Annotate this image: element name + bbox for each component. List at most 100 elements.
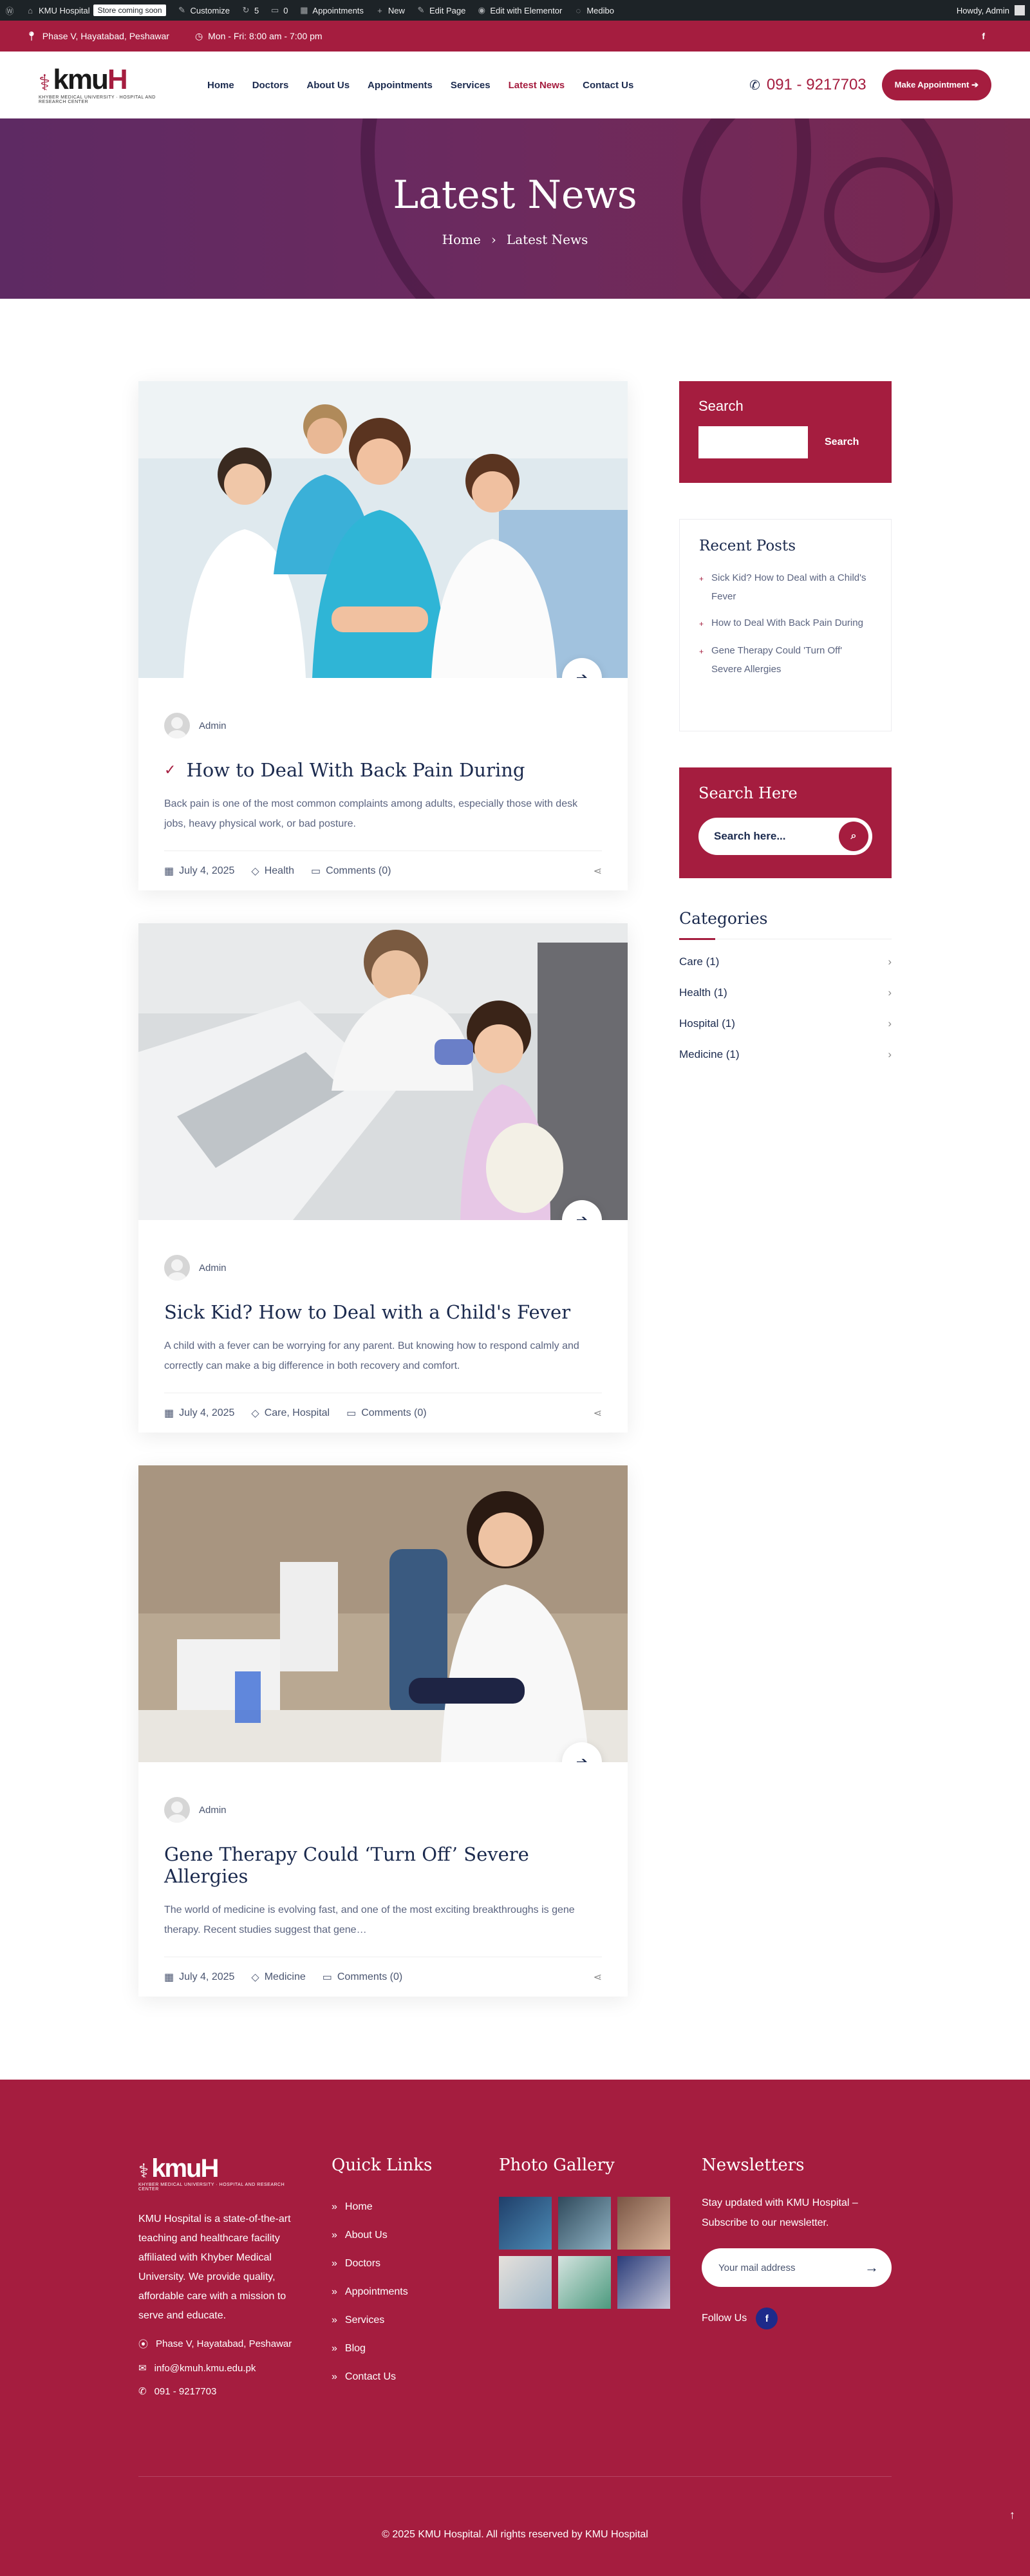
recent-post-item[interactable]: + How to Deal With Back Pain During <box>699 614 872 634</box>
newsletter-placeholder: Your mail address <box>718 2262 796 2273</box>
make-appointment-button[interactable]: Make Appointment ➔ <box>881 70 991 100</box>
footer-divider <box>138 2476 892 2477</box>
admin-account-menu[interactable]: Howdy, Admin <box>957 5 1025 15</box>
admin-edit-page-label: Edit Page <box>429 5 466 15</box>
newsletter-email-input[interactable]: Your mail address → <box>702 2248 892 2287</box>
admin-new-link[interactable]: + New <box>375 6 405 15</box>
elementor-icon: ◉ <box>478 5 485 15</box>
post-image[interactable]: ➔ <box>138 923 628 1220</box>
category-item[interactable]: Hospital (1) › <box>679 1017 892 1033</box>
quick-link[interactable]: » Doctors <box>332 2250 432 2278</box>
post-category[interactable]: ◇ Medicine <box>251 1971 305 1984</box>
admin-site-link[interactable]: ⌂ KMU Hospital Store coming soon <box>26 5 166 16</box>
categories-title: Categories <box>679 909 768 928</box>
chevron-right-icon: › <box>888 1048 892 1060</box>
post-image[interactable]: ➔ <box>138 1465 628 1762</box>
site-footer: ⚕ kmuH KHYBER MEDICAL UNIVERSITY · HOSPI… <box>0 2080 1030 2576</box>
plus-icon: + <box>699 619 704 628</box>
facebook-icon[interactable]: f <box>982 31 985 41</box>
quick-link[interactable]: » Blog <box>332 2335 432 2363</box>
post-body: Admin Gene Therapy Could ‘Turn Off’ Seve… <box>138 1762 628 1997</box>
footer-logo[interactable]: ⚕ kmuH <box>138 2156 299 2181</box>
location-pin-icon: ⦿ <box>138 2339 149 2350</box>
post-comments[interactable]: ▭ Comments (0) <box>346 1407 426 1420</box>
category-item[interactable]: Medicine (1) › <box>679 1048 892 1064</box>
category-item[interactable]: Health (1) › <box>679 986 892 1002</box>
post-author[interactable]: Admin <box>164 1797 602 1823</box>
nav-latest-news[interactable]: Latest News <box>509 80 565 91</box>
recent-post-item[interactable]: + Sick Kid? How to Deal with a Child's Fe… <box>699 569 872 606</box>
post-comments[interactable]: ▭ Comments (0) <box>311 865 391 878</box>
back-to-top-icon[interactable]: ↑ <box>1009 2508 1015 2522</box>
post-author[interactable]: Admin <box>164 713 602 738</box>
share-icon[interactable]: ⋖ <box>594 865 602 878</box>
nav-home[interactable]: Home <box>207 80 234 91</box>
post-image[interactable]: ➔ <box>138 381 628 678</box>
site-logo[interactable]: ⚕ kmuH KHYBER MEDICAL UNIVERSITY · HOSPI… <box>39 62 161 108</box>
post-title[interactable]: Sick Kid? How to Deal with a Child's Fev… <box>164 1301 602 1323</box>
footer-photo-gallery: Photo Gallery <box>499 2156 670 2309</box>
double-chevron-icon: » <box>332 2230 337 2241</box>
footer-quick-links: Quick Links » Home » About Us » Doctors » Ap… <box>332 2156 432 2391</box>
post-body: Admin Sick Kid? How to Deal with a Child… <box>138 1220 628 1433</box>
gallery-photo[interactable] <box>617 2197 670 2250</box>
title-underline <box>679 938 892 940</box>
topbar-address-text: Phase V, Hayatabad, Peshawar <box>42 31 169 41</box>
quick-link-label: Appointments <box>344 2286 408 2297</box>
post-title[interactable]: ✓ How to Deal With Back Pain During <box>164 759 602 781</box>
recent-post-item[interactable]: + Gene Therapy Could 'Turn Off' Severe Al… <box>699 641 872 679</box>
breadcrumb-home[interactable]: Home <box>442 232 481 247</box>
post-title[interactable]: Gene Therapy Could ‘Turn Off’ Severe All… <box>164 1843 602 1887</box>
post-category[interactable]: ◇ Health <box>251 865 294 878</box>
nav-contact-us[interactable]: Contact Us <box>583 80 633 91</box>
quick-link[interactable]: » About Us <box>332 2221 432 2250</box>
category-label: Hospital (1) <box>679 1017 735 1029</box>
post-author[interactable]: Admin <box>164 1255 602 1281</box>
admin-medibo-link[interactable]: ◌ Medibo <box>574 6 614 15</box>
search-here-input[interactable]: Search here... ⌕ <box>698 818 872 855</box>
share-icon[interactable]: ⋖ <box>594 1407 602 1420</box>
sidebar-search-button[interactable]: Search <box>825 437 859 448</box>
wordpress-logo-icon[interactable]: Ⓦ <box>5 5 14 17</box>
quick-link[interactable]: » Contact Us <box>332 2363 432 2391</box>
header-phone[interactable]: ✆ 091 - 9217703 <box>749 76 866 94</box>
admin-edit-elementor-link[interactable]: ◉ Edit with Elementor <box>477 5 563 15</box>
gallery-photo[interactable] <box>499 2197 552 2250</box>
admin-edit-page-link[interactable]: ✎ Edit Page <box>417 5 465 15</box>
search-icon[interactable]: ⌕ <box>839 822 868 851</box>
calendar-icon: ▦ <box>164 1971 174 1983</box>
gallery-photo[interactable] <box>558 2256 611 2309</box>
arrow-right-icon[interactable]: → <box>865 2259 879 2276</box>
share-icon[interactable]: ⋖ <box>594 1971 602 1984</box>
category-item[interactable]: Care (1) › <box>679 955 892 971</box>
footer-email[interactable]: ✉ info@kmuh.kmu.edu.pk <box>138 2362 299 2374</box>
admin-comments-link[interactable]: ▭ 0 <box>270 5 288 15</box>
admin-appointments-link[interactable]: ▦ Appointments <box>299 5 364 15</box>
recent-post-link: Sick Kid? How to Deal with a Child's Fev… <box>711 572 866 602</box>
chevron-right-icon: › <box>888 986 892 999</box>
gallery-photo[interactable] <box>617 2256 670 2309</box>
footer-phone[interactable]: ✆ 091 - 9217703 <box>138 2385 299 2398</box>
gallery-photo[interactable] <box>499 2256 552 2309</box>
quick-link[interactable]: » Home <box>332 2193 432 2221</box>
nav-about-us[interactable]: About Us <box>306 80 350 91</box>
main-nav: Home Doctors About Us Appointments Servi… <box>207 80 633 91</box>
nav-services[interactable]: Services <box>451 80 491 91</box>
quick-link[interactable]: » Appointments <box>332 2278 432 2306</box>
facebook-icon[interactable]: f <box>756 2308 778 2329</box>
clock-icon: ◷ <box>194 30 203 41</box>
admin-customize-link[interactable]: ✎ Customize <box>178 5 230 15</box>
nav-doctors[interactable]: Doctors <box>252 80 289 91</box>
post-excerpt: The world of medicine is evolving fast, … <box>164 1904 575 1935</box>
gallery-photo[interactable] <box>558 2197 611 2250</box>
breadcrumb: Home › Latest News <box>0 232 1030 247</box>
nav-appointments[interactable]: Appointments <box>368 80 433 91</box>
admin-updates-link[interactable]: ↻ 5 <box>241 5 259 15</box>
post-comments[interactable]: ▭ Comments (0) <box>323 1971 402 1984</box>
post-category[interactable]: ◇ Care, Hospital <box>251 1407 330 1420</box>
arrow-right-icon: ➔ <box>576 1754 588 1762</box>
double-chevron-icon: » <box>332 2258 337 2269</box>
quick-link[interactable]: » Services <box>332 2306 432 2335</box>
sidebar-search-input[interactable] <box>698 426 808 458</box>
quick-links-list: » Home » About Us » Doctors » Appointments »… <box>332 2193 432 2391</box>
